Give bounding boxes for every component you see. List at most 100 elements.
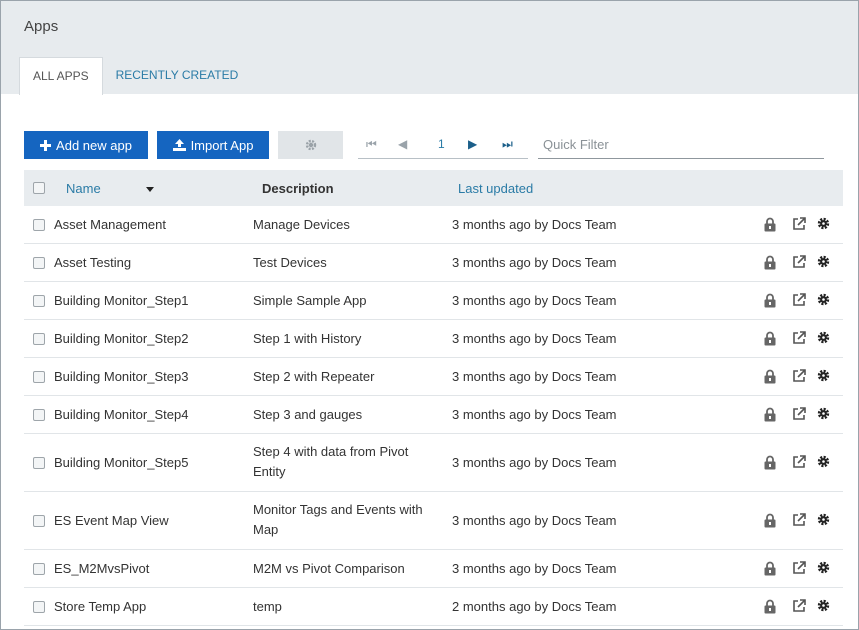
app-name[interactable]: ES_M2MvsPivot: [54, 561, 149, 576]
import-app-button[interactable]: Import App: [157, 131, 269, 159]
table-row: Asset Testing Test Devices 3 months ago …: [24, 244, 843, 282]
gear-icon[interactable]: [817, 331, 830, 344]
tab-recently-created[interactable]: RECENTLY CREATED: [103, 57, 252, 95]
row-checkbox[interactable]: [33, 515, 45, 527]
app-last-updated: 3 months ago by Docs Team: [452, 513, 617, 528]
column-header-last-updated[interactable]: Last updated: [458, 181, 533, 196]
tab-all-apps[interactable]: ALL APPS: [19, 57, 103, 95]
settings-button[interactable]: [278, 131, 343, 159]
app-description: Manage Devices: [253, 217, 350, 232]
table-header: Name Description Last updated: [24, 170, 843, 206]
app-name[interactable]: Asset Testing: [54, 255, 131, 270]
app-description: Step 1 with History: [253, 331, 362, 346]
upload-icon: [172, 139, 186, 151]
open-external-icon[interactable]: [792, 513, 806, 527]
row-checkbox[interactable]: [33, 371, 45, 383]
row-actions: [764, 407, 834, 423]
lock-icon[interactable]: [764, 561, 776, 576]
column-header-name[interactable]: Name: [66, 181, 154, 196]
gear-icon[interactable]: [817, 217, 830, 230]
row-checkbox[interactable]: [33, 257, 45, 269]
lock-icon[interactable]: [764, 255, 776, 270]
gear-icon[interactable]: [817, 455, 830, 468]
add-new-app-button[interactable]: Add new app: [24, 131, 148, 159]
app-description: Step 2 with Repeater: [253, 369, 375, 384]
app-description: Test Devices: [253, 255, 327, 270]
column-header-name-label: Name: [66, 181, 101, 196]
row-checkbox[interactable]: [33, 295, 45, 307]
app-name[interactable]: Building Monitor_Step4: [54, 407, 188, 422]
app-name[interactable]: Building Monitor_Step1: [54, 293, 188, 308]
open-external-icon[interactable]: [792, 561, 806, 575]
quick-filter-input[interactable]: [538, 131, 824, 159]
lock-icon[interactable]: [764, 407, 776, 422]
app-name[interactable]: Asset Management: [54, 217, 166, 232]
open-external-icon[interactable]: [792, 217, 806, 231]
row-actions: [764, 513, 834, 529]
column-header-description: Description: [262, 181, 334, 196]
open-external-icon[interactable]: [792, 407, 806, 421]
app-description: Simple Sample App: [253, 293, 367, 308]
app-last-updated: 3 months ago by Docs Team: [452, 455, 617, 470]
first-page-button[interactable]: ⏮: [366, 137, 377, 152]
gear-icon[interactable]: [817, 369, 830, 382]
gear-icon[interactable]: [817, 255, 830, 268]
app-name[interactable]: Building Monitor_Step3: [54, 369, 188, 384]
app-description: M2M vs Pivot Comparison: [253, 561, 405, 576]
open-external-icon[interactable]: [792, 293, 806, 307]
gear-icon[interactable]: [817, 561, 830, 574]
row-actions: [764, 369, 834, 385]
lock-icon[interactable]: [764, 217, 776, 232]
plus-icon: [40, 139, 52, 151]
row-checkbox[interactable]: [33, 333, 45, 345]
row-checkbox[interactable]: [33, 601, 45, 613]
row-checkbox[interactable]: [33, 457, 45, 469]
gear-icon: [305, 139, 316, 151]
row-actions: [764, 293, 834, 309]
open-external-icon[interactable]: [792, 369, 806, 383]
app-name[interactable]: Building Monitor_Step5: [54, 455, 188, 470]
tab-bar: ALL APPS RECENTLY CREATED: [19, 57, 251, 95]
app-name[interactable]: ES Event Map View: [54, 513, 169, 528]
lock-icon[interactable]: [764, 513, 776, 528]
next-page-button[interactable]: ▶: [468, 137, 477, 151]
open-external-icon[interactable]: [792, 331, 806, 345]
lock-icon[interactable]: [764, 369, 776, 384]
table-row: Building Monitor_Step3 Step 2 with Repea…: [24, 358, 843, 396]
gear-icon[interactable]: [817, 599, 830, 612]
apps-table: Name Description Last updated Asset Mana…: [24, 170, 843, 626]
open-external-icon[interactable]: [792, 255, 806, 269]
gear-icon[interactable]: [817, 293, 830, 306]
import-app-label: Import App: [190, 137, 254, 153]
lock-icon[interactable]: [764, 331, 776, 346]
row-actions: [764, 217, 834, 233]
add-new-app-label: Add new app: [56, 137, 132, 153]
lock-icon[interactable]: [764, 293, 776, 308]
gear-icon[interactable]: [817, 513, 830, 526]
app-last-updated: 3 months ago by Docs Team: [452, 217, 617, 232]
app-name[interactable]: Building Monitor_Step2: [54, 331, 188, 346]
table-row: ES Event Map View Monitor Tags and Event…: [24, 492, 843, 550]
prev-page-button[interactable]: ◀: [398, 137, 407, 151]
row-checkbox[interactable]: [33, 409, 45, 421]
open-external-icon[interactable]: [792, 599, 806, 613]
row-actions: [764, 331, 834, 347]
app-last-updated: 3 months ago by Docs Team: [452, 369, 617, 384]
app-name[interactable]: Store Temp App: [54, 599, 146, 614]
row-checkbox[interactable]: [33, 219, 45, 231]
last-page-button[interactable]: ⏭: [502, 137, 513, 152]
table-body: Asset Management Manage Devices 3 months…: [24, 206, 843, 626]
app-last-updated: 3 months ago by Docs Team: [452, 407, 617, 422]
app-last-updated: 3 months ago by Docs Team: [452, 561, 617, 576]
select-all-checkbox[interactable]: [33, 182, 45, 194]
open-external-icon[interactable]: [792, 455, 806, 469]
app-description: Monitor Tags and Events with Map: [253, 502, 423, 537]
lock-icon[interactable]: [764, 455, 776, 470]
row-actions: [764, 599, 834, 615]
page-header: Apps ALL APPS RECENTLY CREATED: [1, 1, 858, 95]
table-row: Building Monitor_Step4 Step 3 and gauges…: [24, 396, 843, 434]
lock-icon[interactable]: [764, 599, 776, 614]
row-checkbox[interactable]: [33, 563, 45, 575]
gear-icon[interactable]: [817, 407, 830, 420]
app-description: Step 3 and gauges: [253, 407, 363, 422]
